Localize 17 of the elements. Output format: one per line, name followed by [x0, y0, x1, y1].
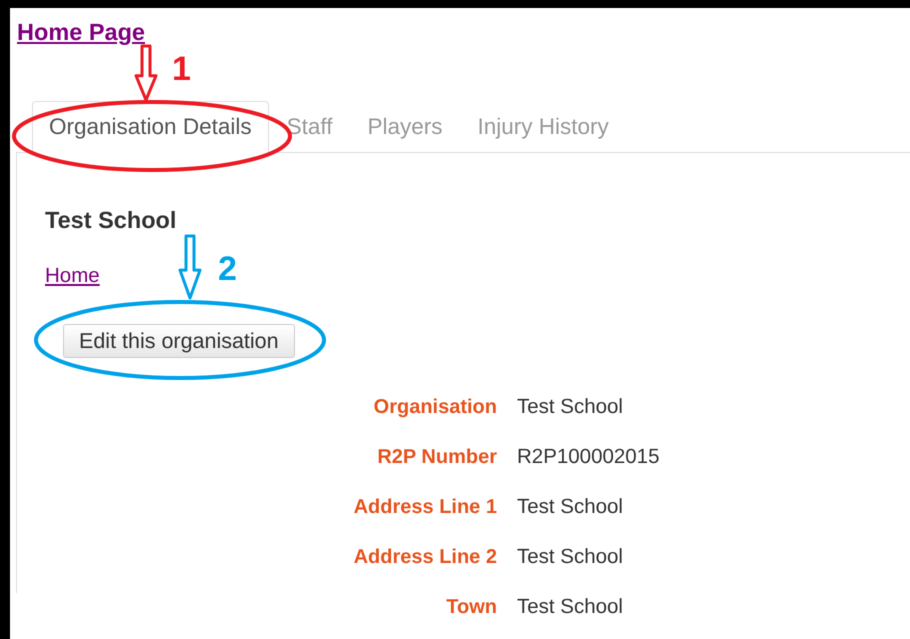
field-value: Test School [517, 494, 624, 520]
field-value: Test School [517, 394, 624, 420]
field-label: Organisation [372, 395, 497, 420]
tab[interactable]: Organisation Details [32, 101, 269, 153]
edit-organisation-button[interactable]: Edit this organisation [63, 324, 295, 358]
organisation-heading: Test School [45, 206, 178, 234]
callout-number: 2 [218, 250, 237, 288]
home-link[interactable]: Home [45, 264, 100, 288]
field-label: Address Line 1 [352, 495, 497, 520]
callout-number: 1 [172, 50, 191, 88]
field-value: Test School [517, 544, 624, 570]
home-page-link[interactable]: Home Page [17, 18, 145, 46]
field-value: Test School [517, 594, 624, 620]
field-label: Address Line 2 [352, 545, 497, 570]
field-value: R2P100002015 [517, 444, 660, 470]
field-label: R2P Number [376, 445, 497, 470]
field-label: Town [445, 595, 497, 620]
